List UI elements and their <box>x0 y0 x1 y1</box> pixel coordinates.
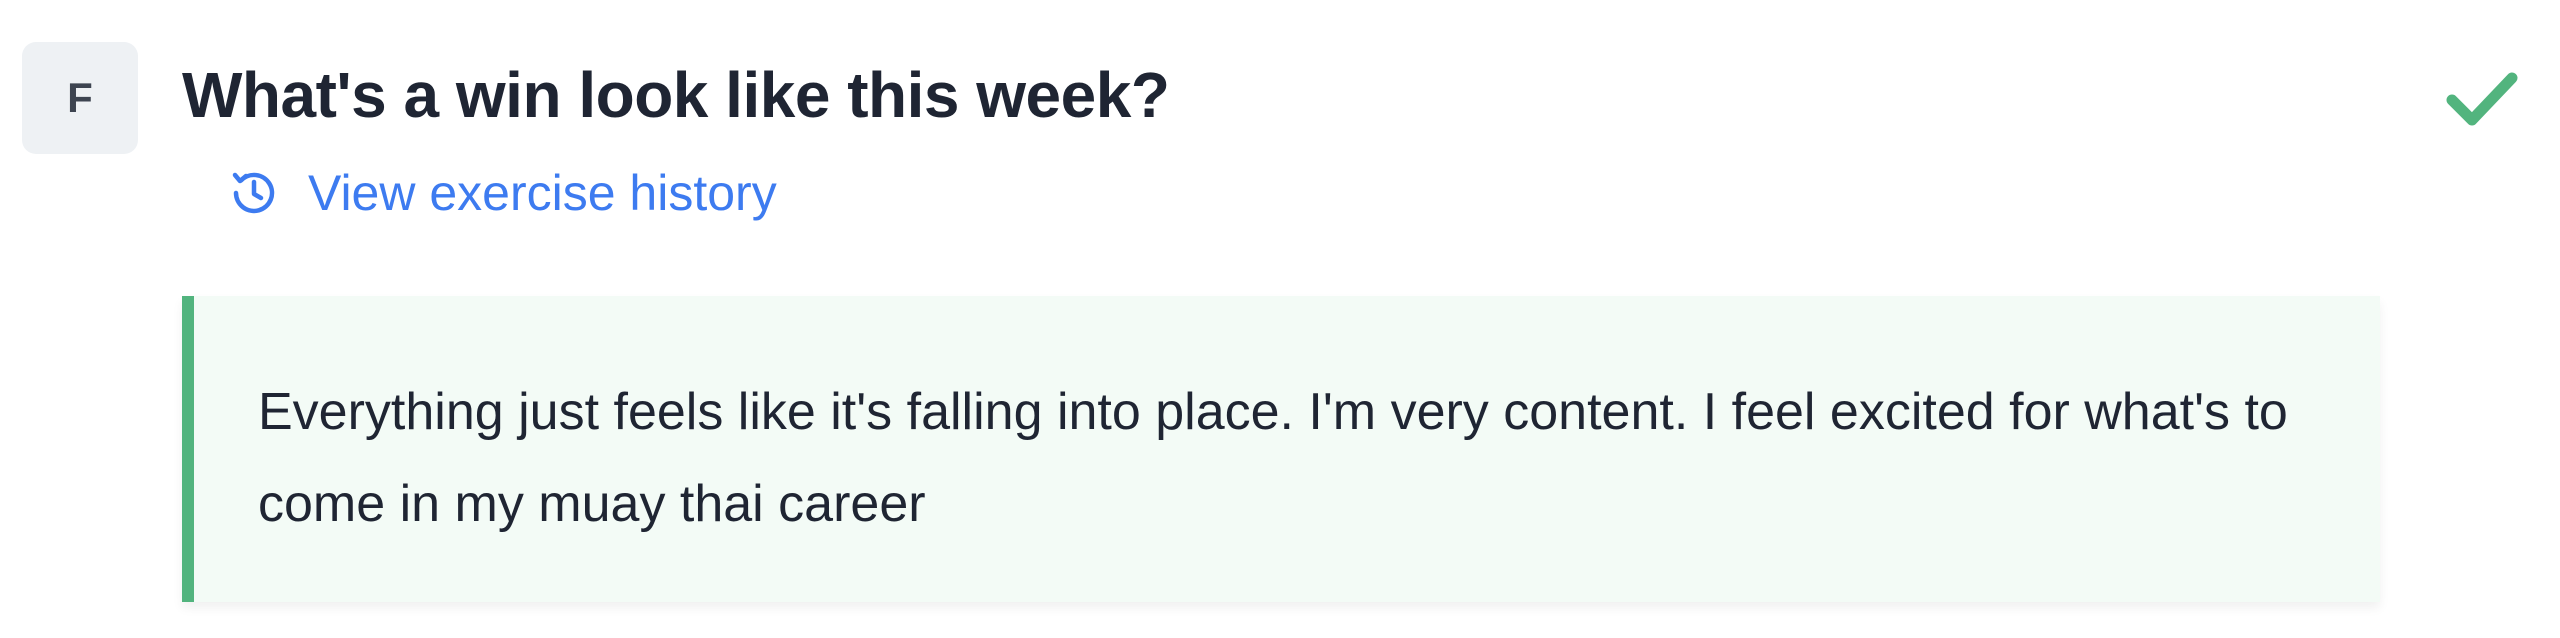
question-title: What's a win look like this week? <box>182 59 1170 131</box>
view-exercise-history-link[interactable]: View exercise history <box>226 160 777 226</box>
avatar-initial: F <box>67 74 93 121</box>
answer-text: Everything just feels like it's falling … <box>258 383 2288 533</box>
answer-block: Everything just feels like it's falling … <box>182 296 2380 602</box>
history-link-label: View exercise history <box>308 165 777 221</box>
check-icon <box>2446 72 2518 126</box>
history-icon <box>232 172 275 214</box>
avatar: F <box>22 42 138 154</box>
